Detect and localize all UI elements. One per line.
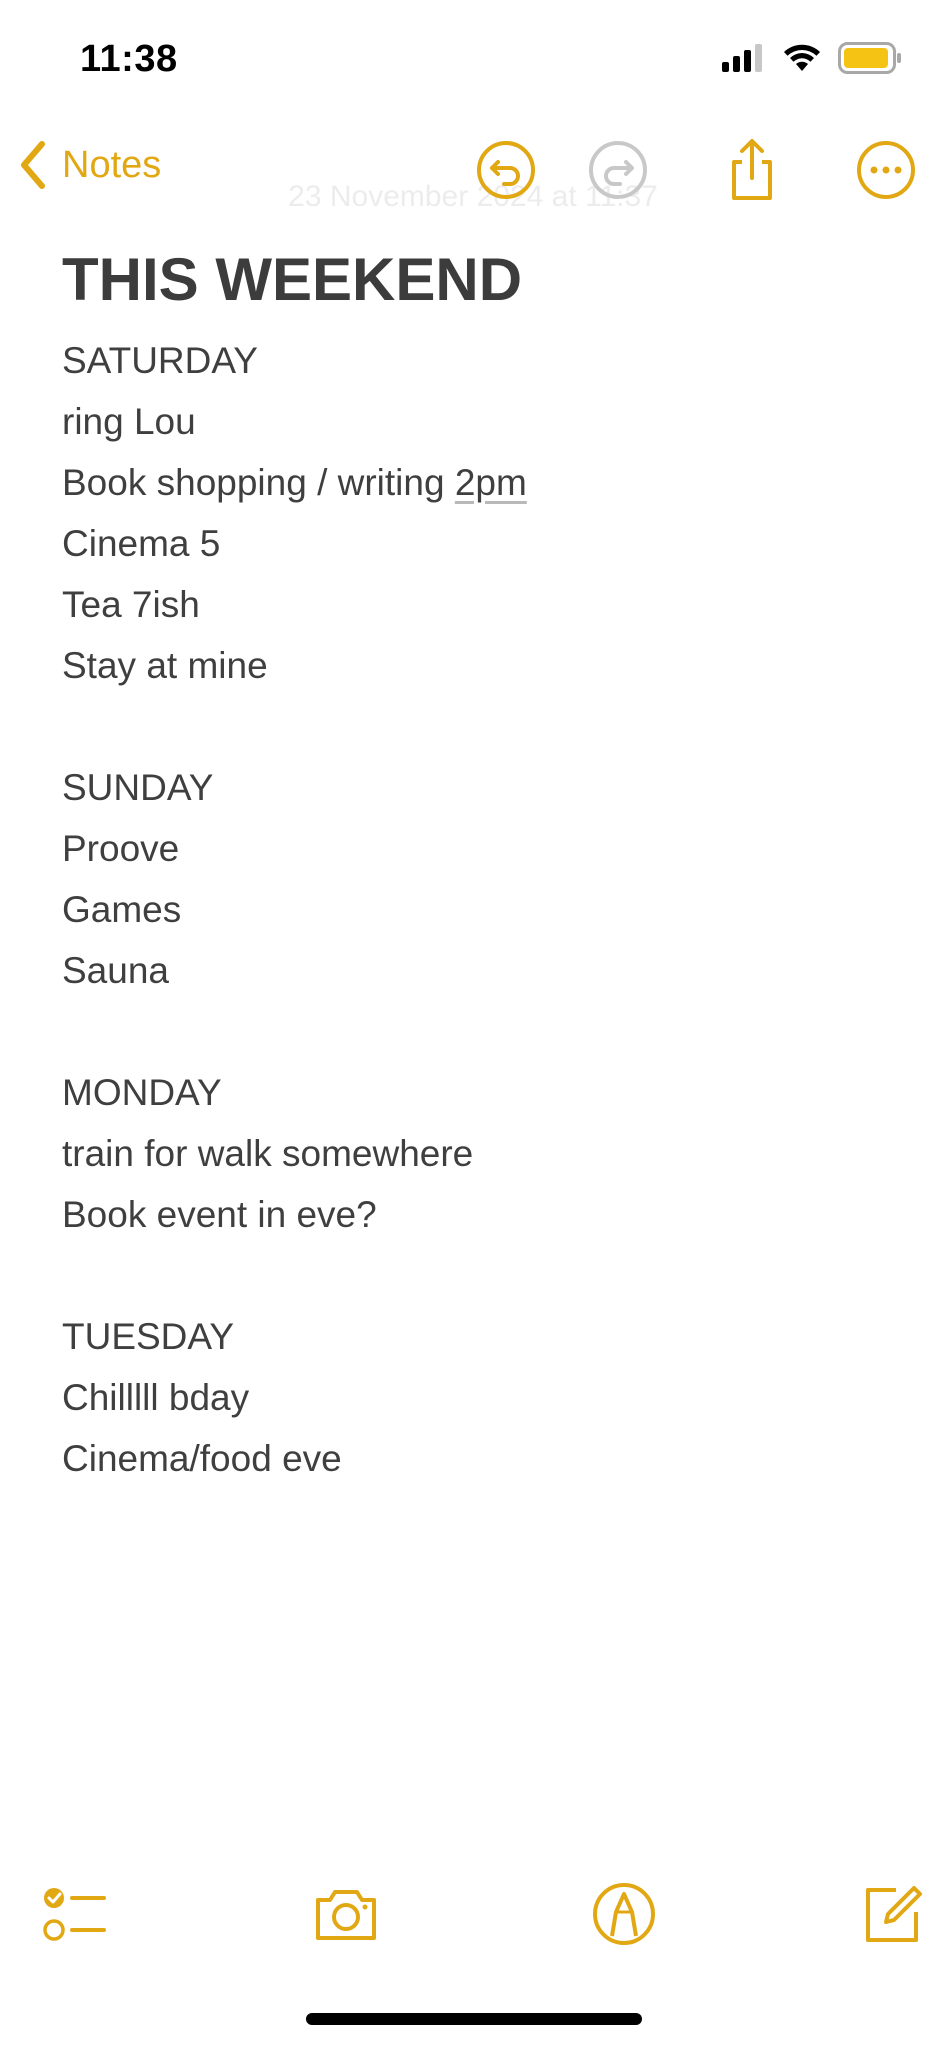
chevron-left-icon <box>21 141 45 189</box>
markup-icon[interactable] <box>588 1878 660 1950</box>
note-line: Games <box>62 889 182 930</box>
bottom-toolbar <box>0 1870 946 1960</box>
camera-icon[interactable] <box>310 1878 382 1950</box>
day-heading-saturday: SATURDAY <box>62 340 258 381</box>
cellular-signal-icon <box>722 44 762 72</box>
wifi-icon <box>784 44 820 71</box>
note-line: train for walk somewhere <box>62 1133 474 1174</box>
note-line: ring Lou <box>62 401 196 442</box>
note-line: Book event in eve? <box>62 1194 377 1235</box>
note-line: Cinema 5 <box>62 523 221 564</box>
checklist-icon[interactable] <box>38 1878 110 1950</box>
note-line: Sauna <box>62 950 169 991</box>
back-label: Notes <box>62 143 162 186</box>
day-heading-monday: MONDAY <box>62 1072 222 1113</box>
note-line: Tea 7ish <box>62 584 200 625</box>
more-icon[interactable] <box>854 138 918 202</box>
note-title: THIS WEEKEND <box>62 246 523 313</box>
compose-icon[interactable] <box>856 1878 928 1950</box>
day-heading-sunday: SUNDAY <box>62 767 214 808</box>
battery-icon <box>838 42 901 74</box>
nav-bar: Notes <box>0 130 946 210</box>
note-line: Proove <box>62 828 180 869</box>
redo-icon[interactable] <box>586 138 650 202</box>
undo-icon[interactable] <box>474 138 538 202</box>
status-icons <box>722 42 902 74</box>
note-line: Cinema/food eve <box>62 1438 342 1479</box>
home-indicator <box>306 2013 642 2025</box>
note-line: Book shopping / writing 2pm <box>62 452 882 513</box>
detected-time-link[interactable]: 2pm <box>455 462 527 503</box>
day-heading-tuesday: TUESDAY <box>62 1316 235 1357</box>
note-line: Stay at mine <box>62 645 268 686</box>
note-body[interactable]: THIS WEEKEND SATURDAY ring Lou Book shop… <box>62 240 882 1489</box>
share-icon[interactable] <box>720 138 784 202</box>
status-bar: 11:38 <box>0 0 946 120</box>
status-time: 11:38 <box>80 38 178 80</box>
note-line: Chilllll bday <box>62 1377 250 1418</box>
note-line-text: Book shopping / writing <box>62 462 455 503</box>
back-button[interactable]: Notes <box>18 140 161 190</box>
